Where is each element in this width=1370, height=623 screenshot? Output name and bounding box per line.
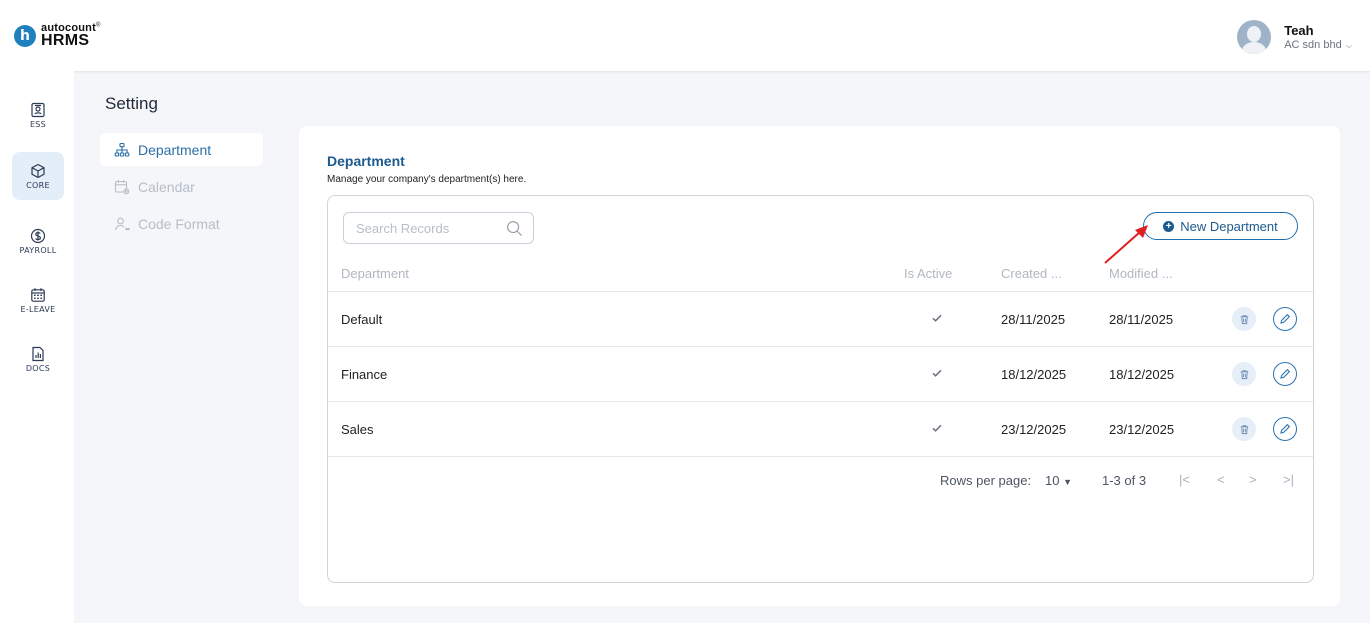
rail-item-ess[interactable]: ESS (12, 91, 64, 139)
department-card: Department Manage your company's departm… (299, 126, 1340, 606)
cell-modified: 28/11/2025 (1109, 312, 1174, 327)
cube-icon (31, 163, 45, 178)
cell-department: Finance (341, 367, 388, 382)
check-icon (932, 314, 942, 322)
user-company[interactable]: AC sdn bhd ⌵ (1284, 39, 1352, 51)
rail-label: E-LEAVE (20, 304, 56, 314)
new-department-button[interactable]: + New Department (1143, 212, 1298, 240)
check-icon (932, 369, 942, 377)
edit-button[interactable] (1273, 307, 1297, 331)
org-chart-icon (114, 142, 130, 157)
user-code-icon (114, 217, 130, 230)
table-row[interactable]: Sales 23/12/2025 23/12/2025 (328, 402, 1313, 457)
table-row[interactable]: Default 28/11/2025 28/11/2025 (328, 292, 1313, 347)
pencil-icon (1280, 423, 1291, 434)
delete-button[interactable] (1232, 307, 1256, 331)
rail-label: PAYROLL (19, 245, 57, 255)
plus-circle-icon: + (1163, 220, 1175, 232)
column-header-is-active[interactable]: Is Active (904, 266, 952, 281)
page-title: Setting (105, 94, 158, 113)
check-icon (932, 424, 942, 432)
section-subtitle: Manage your company's department(s) here… (327, 174, 527, 185)
cell-modified: 18/12/2025 (1109, 367, 1175, 382)
document-chart-icon (32, 346, 44, 361)
column-header-modified[interactable]: Modified ... (1109, 266, 1173, 281)
cell-department: Default (341, 312, 383, 327)
dollar-icon (30, 228, 46, 243)
search-input[interactable] (356, 220, 496, 236)
cell-created: 28/11/2025 (1001, 312, 1066, 327)
rail-label: ESS (29, 119, 47, 129)
rail-item-core[interactable]: CORE (12, 152, 64, 200)
table-row[interactable]: Finance 18/12/2025 18/12/2025 (328, 347, 1313, 402)
delete-button[interactable] (1232, 417, 1256, 441)
section-title: Department (327, 153, 405, 169)
settings-nav-label: Code Format (138, 215, 220, 232)
settings-nav-label: Department (138, 141, 212, 158)
pencil-icon (1280, 313, 1291, 324)
id-card-icon (31, 102, 45, 117)
rail-item-e-leave[interactable]: E-LEAVE (12, 276, 64, 324)
edit-button[interactable] (1273, 417, 1297, 441)
trash-icon (1240, 424, 1248, 434)
search-box[interactable] (343, 212, 534, 244)
new-department-label: New Department (1180, 218, 1278, 234)
rail-label: CORE (26, 180, 50, 190)
rows-per-page-label: Rows per page: (940, 473, 1032, 488)
trash-icon (1240, 369, 1248, 379)
search-icon[interactable] (506, 220, 523, 237)
chevron-down-icon: ⌵ (1343, 41, 1352, 50)
cell-department: Sales (341, 422, 374, 437)
cell-created: 18/12/2025 (1001, 367, 1067, 382)
logo-bottom-text: HRMS (41, 32, 90, 50)
column-header-created[interactable]: Created ... (1001, 266, 1062, 281)
settings-nav-department[interactable]: Department (100, 133, 263, 166)
next-page-icon[interactable]: > (1249, 472, 1257, 487)
rail-label: DOCS (25, 363, 51, 373)
logo-mark-icon: h (14, 24, 36, 47)
caret-down-icon: ▼ (1063, 477, 1073, 487)
first-page-icon[interactable]: |< (1179, 472, 1190, 487)
trash-icon (1240, 314, 1248, 324)
settings-nav-label: Calendar (138, 178, 195, 195)
pencil-icon (1280, 368, 1291, 379)
settings-nav-calendar[interactable]: Calendar (100, 170, 263, 203)
top-bar: h autocount® HRMS Teah AC sdn bhd ⌵ (0, 0, 1370, 71)
settings-nav: Department Calendar Code Format (100, 133, 263, 244)
module-rail: ESS CORE PAYROLL E-LEAVE DOCS (0, 71, 74, 623)
prev-page-icon[interactable]: < (1217, 472, 1225, 487)
table-header: Department Is Active Created ... Modifie… (328, 255, 1313, 292)
delete-button[interactable] (1232, 362, 1256, 386)
settings-nav-code-format[interactable]: Code Format (100, 207, 263, 240)
calendar-gear-icon (114, 179, 130, 194)
rows-per-page-select[interactable]: 10 ▼ (1045, 473, 1072, 488)
calendar-grid-icon (31, 287, 45, 302)
cell-modified: 23/12/2025 (1109, 422, 1175, 437)
user-menu[interactable]: Teah AC sdn bhd ⌵ (1237, 20, 1352, 54)
pagination-range: 1-3 of 3 (1102, 473, 1147, 488)
rail-item-docs[interactable]: DOCS (12, 335, 64, 383)
rail-item-payroll[interactable]: PAYROLL (12, 217, 64, 265)
cell-created: 23/12/2025 (1001, 422, 1067, 437)
last-page-icon[interactable]: >| (1283, 472, 1294, 487)
app-logo[interactable]: h autocount® HRMS (14, 22, 101, 50)
column-header-department[interactable]: Department (341, 266, 409, 281)
avatar[interactable] (1237, 20, 1272, 54)
edit-button[interactable] (1273, 362, 1297, 386)
department-table-panel: + New Department Department Is Active Cr… (327, 195, 1314, 583)
annotation-arrow-icon (1104, 225, 1148, 264)
user-name: Teah (1284, 23, 1314, 38)
